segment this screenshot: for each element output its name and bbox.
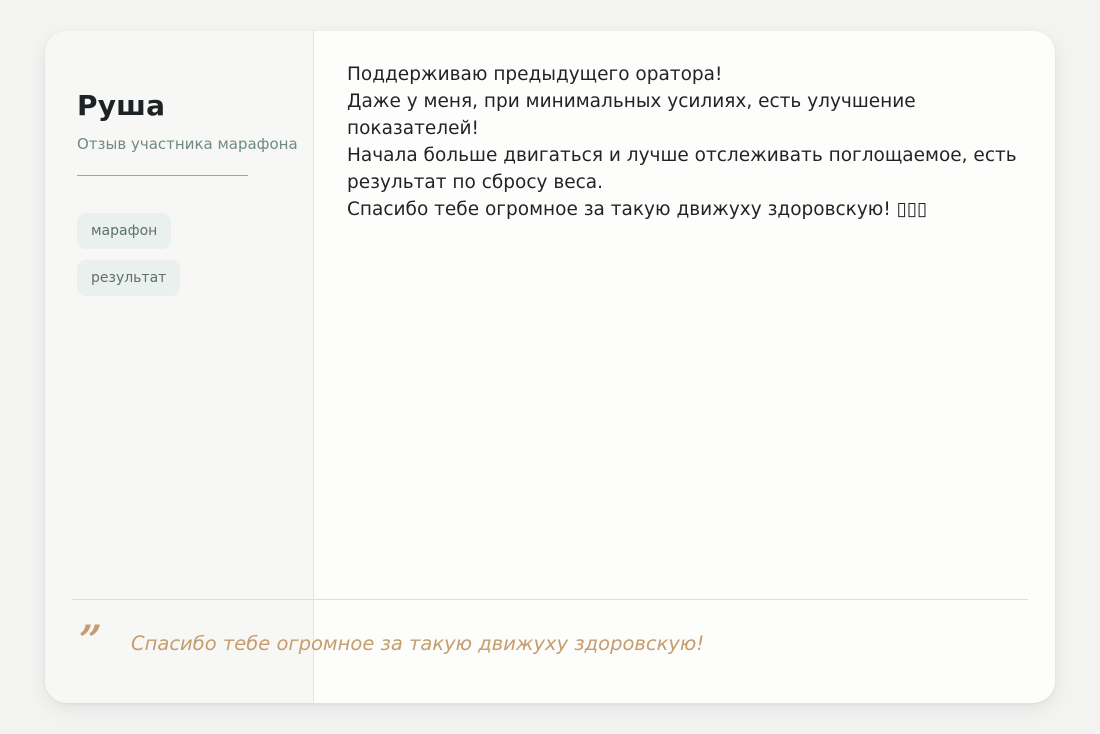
author-sidebar: Руша Отзыв участника марафона марафон ре… <box>45 31 314 703</box>
review-line: Поддерживаю предыдущего оратора! <box>347 64 723 85</box>
review-line: результат по сбросу веса. <box>347 172 604 193</box>
review-line: показателей! <box>347 118 479 139</box>
quote-mark-icon: ” <box>79 617 103 664</box>
review-line: Даже у меня, при минимальных усилиях, ес… <box>347 91 916 112</box>
review-text: Поддерживаю предыдущего оратора! Даже у … <box>347 61 1037 223</box>
accent-divider <box>77 175 248 176</box>
author-subtitle: Отзыв участника марафона <box>77 135 298 153</box>
review-line: Спасибо тебе огромное за такую движуху з… <box>347 199 928 220</box>
tag-result: результат <box>77 260 181 296</box>
tag-list: марафон результат <box>77 213 181 296</box>
author-name: Руша <box>77 89 166 122</box>
quote-divider <box>72 599 1028 600</box>
review-card: Руша Отзыв участника марафона марафон ре… <box>45 31 1055 703</box>
review-line: Начала больше двигаться и лучше отслежив… <box>347 145 1017 166</box>
tag-marathon: марафон <box>77 213 172 249</box>
pull-quote: Спасибо тебе огромное за такую движуху з… <box>131 632 705 655</box>
